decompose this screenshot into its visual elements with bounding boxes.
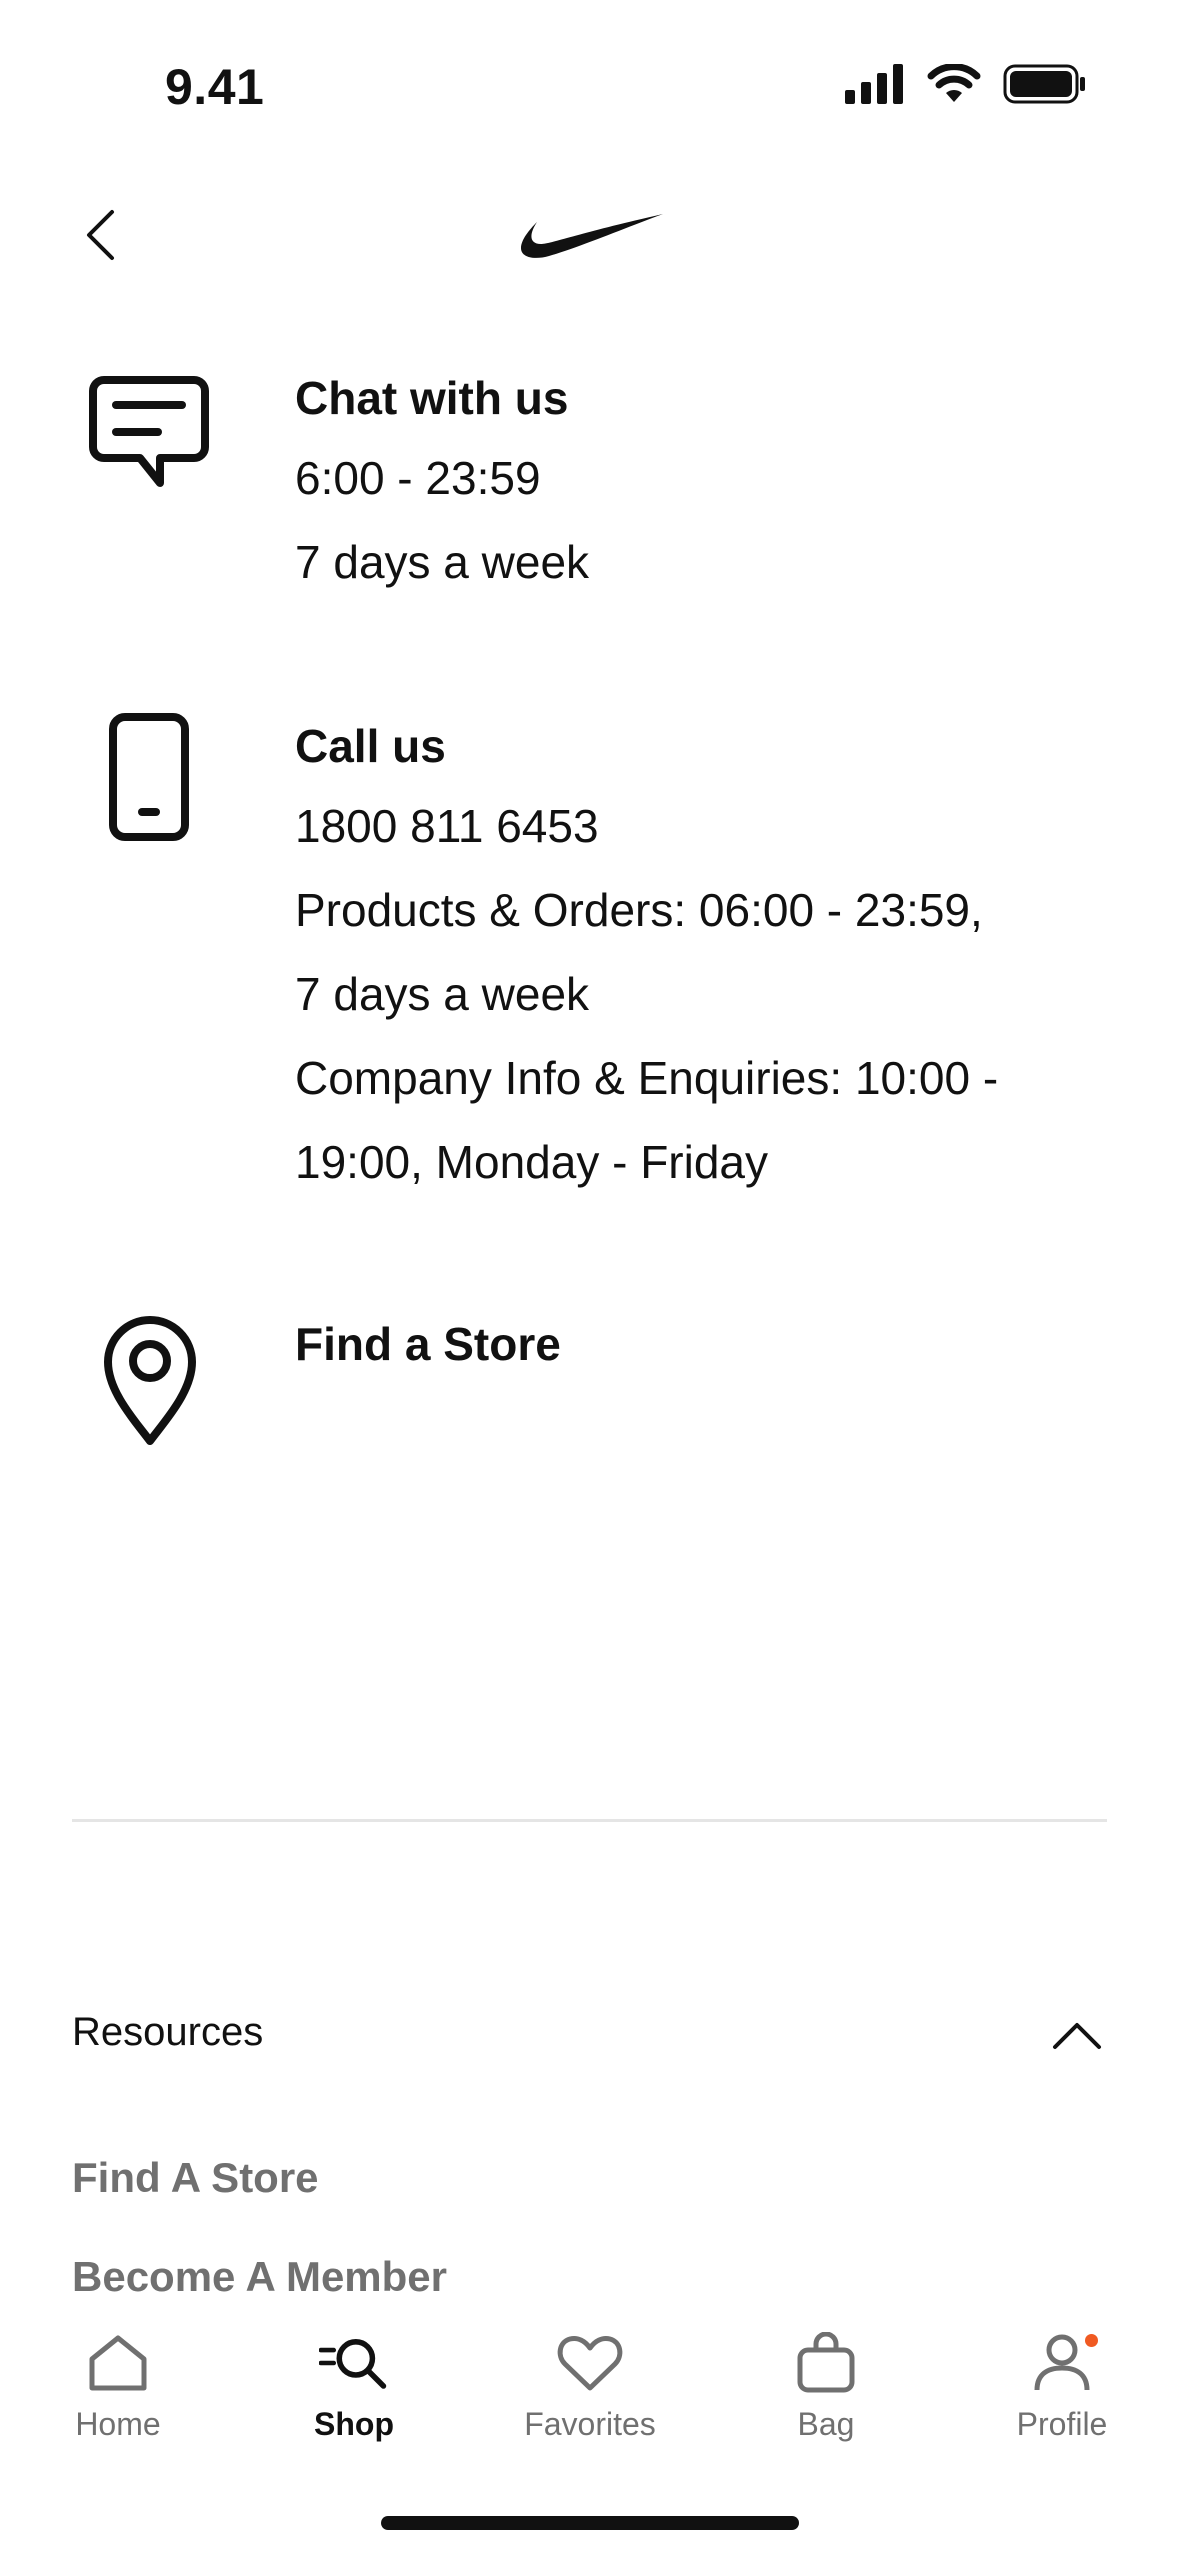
- tab-favorites-label: Favorites: [524, 2406, 656, 2442]
- nike-swoosh-logo: [521, 214, 663, 258]
- chat-hours: 6:00 - 23:59: [295, 452, 541, 504]
- call-text: Call us 1800 811 6453 Products & Orders:…: [295, 708, 1115, 1204]
- location-pin-icon: [104, 1316, 196, 1445]
- tab-bag[interactable]: Bag: [726, 2328, 926, 2443]
- resource-link-become-a-member[interactable]: Become A Member: [72, 2253, 447, 2301]
- status-time: 9.41: [165, 59, 265, 115]
- resources-header[interactable]: Resources: [72, 2000, 1107, 2070]
- wifi-icon: [927, 64, 981, 102]
- tab-home-label: Home: [75, 2406, 161, 2442]
- chat-text: Chat with us 6:00 - 23:59 7 days a week: [295, 360, 1115, 604]
- section-divider: [72, 1819, 1107, 1822]
- resources-title: Resources: [72, 2010, 264, 2054]
- chat-title: Chat with us: [295, 372, 569, 424]
- bag-icon: [797, 2332, 855, 2393]
- back-button[interactable]: [70, 200, 130, 270]
- chevron-left-icon: [87, 210, 114, 260]
- call-company-days: 19:00, Monday - Friday: [295, 1136, 769, 1188]
- notification-dot: [1085, 2334, 1098, 2347]
- heart-icon: [557, 2336, 623, 2391]
- cellular-signal-icon: [845, 64, 903, 104]
- chat-days: 7 days a week: [295, 536, 590, 588]
- resource-link-find-a-store[interactable]: Find A Store: [72, 2154, 319, 2202]
- phone-icon: [109, 713, 189, 841]
- call-phone-number[interactable]: 1800 811 6453: [295, 784, 1115, 868]
- nav-header: [0, 170, 1179, 300]
- battery-icon: [1003, 64, 1085, 104]
- status-bar: 9.41: [0, 0, 1179, 170]
- tab-profile[interactable]: Profile: [962, 2328, 1162, 2443]
- chevron-up-icon: [1053, 2023, 1101, 2049]
- call-products-days: 7 days a week: [295, 968, 590, 1020]
- tab-profile-label: Profile: [1016, 2406, 1108, 2442]
- chat-bubble-icon: [89, 376, 209, 487]
- person-icon: [1034, 2334, 1090, 2391]
- resources-collapse-button[interactable]: [1047, 2010, 1107, 2060]
- status-icons: [845, 64, 1087, 104]
- call-company-hours: Company Info & Enquiries: 10:00 -: [295, 1052, 999, 1104]
- tab-shop[interactable]: Shop: [254, 2328, 454, 2443]
- find-store-title: Find a Store: [295, 1318, 561, 1370]
- tab-shop-label: Shop: [314, 2406, 394, 2442]
- tab-favorites[interactable]: Favorites: [490, 2328, 690, 2443]
- shop-search-icon: [319, 2339, 387, 2389]
- call-products-hours: Products & Orders: 06:00 - 23:59,: [295, 884, 983, 936]
- home-icon: [89, 2335, 147, 2391]
- tab-bag-label: Bag: [797, 2406, 855, 2442]
- home-indicator: [381, 2516, 799, 2530]
- tab-home[interactable]: Home: [18, 2328, 218, 2443]
- call-title: Call us: [295, 720, 446, 772]
- find-store-text: Find a Store: [295, 1306, 1115, 1382]
